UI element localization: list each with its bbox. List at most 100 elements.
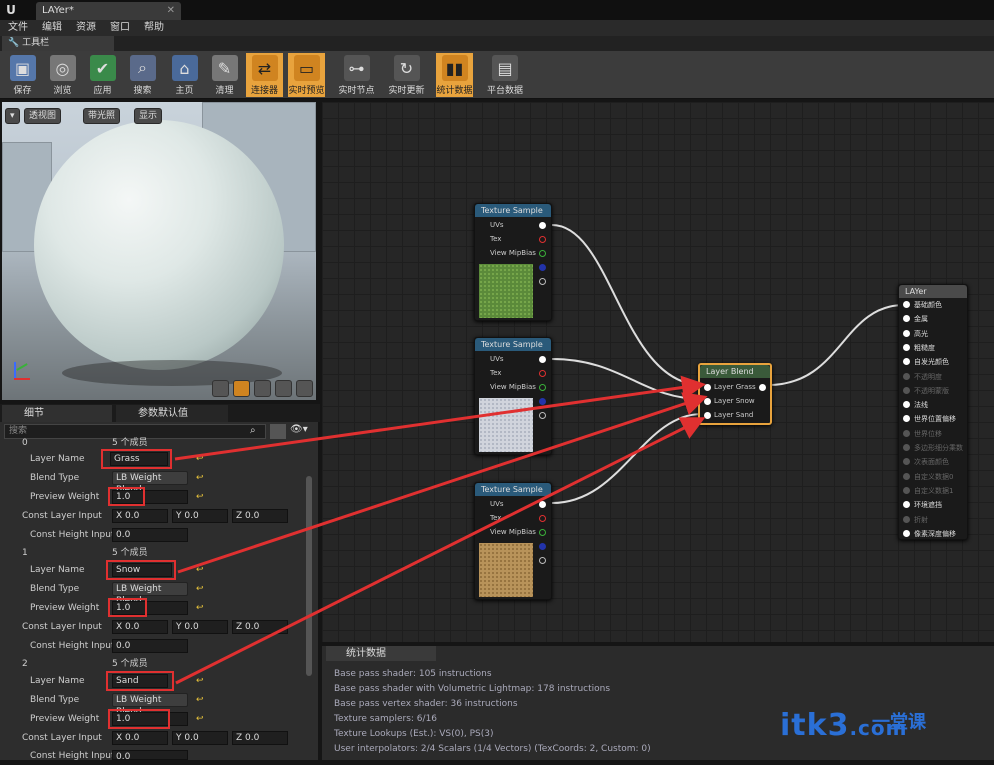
material-input-pin[interactable] [903, 529, 910, 537]
blend-type-select[interactable]: LB Weight Blend [112, 582, 188, 606]
const-layer-z-field[interactable]: Z 0.0 [232, 731, 288, 745]
pin-view-mipbias: View MipBias [490, 528, 536, 536]
material-pin-label: 环境遮挡 [914, 501, 942, 510]
clean-button[interactable]: ✎ 清理 [206, 53, 243, 97]
live-preview-button[interactable]: ▭ 实时预览 [288, 53, 325, 97]
live-node-button[interactable]: ⊶ 实时节点 [338, 53, 375, 97]
menu-edit[interactable]: 编辑 [42, 20, 62, 36]
output-pin-rgb[interactable] [539, 222, 546, 229]
output-pin-g[interactable] [539, 384, 546, 391]
reset-icon[interactable]: ↩ [196, 695, 204, 705]
menu-file[interactable]: 文件 [8, 20, 28, 36]
close-icon[interactable]: ✕ [167, 2, 175, 20]
viewport-menu-button[interactable]: ▾ [5, 108, 20, 124]
input-pin[interactable] [704, 398, 711, 405]
material-input-pin[interactable] [903, 386, 910, 394]
output-pin-a[interactable] [539, 278, 546, 285]
material-input-pin[interactable] [903, 444, 910, 451]
output-pin[interactable] [759, 384, 766, 391]
const-height-field[interactable]: 0.0 [112, 528, 188, 542]
save-button[interactable]: ▣ 保存 [4, 53, 41, 97]
show-button[interactable]: 显示 [134, 108, 163, 124]
live-update-button[interactable]: ↻ 实时更新 [388, 53, 425, 97]
apply-button[interactable]: ✔ 应用 [84, 53, 121, 97]
reset-icon[interactable]: ↩ [196, 473, 204, 483]
const-layer-z-field[interactable]: Z 0.0 [232, 509, 288, 523]
search-button[interactable]: ⌕ 搜索 [124, 53, 161, 97]
material-input-pin[interactable] [903, 372, 910, 380]
connector-button[interactable]: ⇄ 连接器 [246, 53, 283, 97]
menu-window[interactable]: 窗口 [110, 20, 130, 36]
document-tab[interactable]: LAYer* ✕ [36, 2, 181, 20]
blend-type-select[interactable]: LB Weight Blend [112, 471, 188, 495]
reset-icon[interactable]: ↩ [196, 565, 204, 575]
reset-icon[interactable]: ↩ [196, 714, 204, 724]
platform-stats-button[interactable]: ▤ 平台数据 [484, 53, 526, 97]
material-graph[interactable] [322, 102, 994, 642]
material-input-pin[interactable] [903, 429, 910, 437]
const-layer-y-field[interactable]: Y 0.0 [172, 731, 228, 745]
material-input-pin[interactable] [903, 301, 910, 308]
input-pin[interactable] [704, 412, 711, 419]
layer-index-0: 0 [22, 438, 28, 448]
blend-type-select[interactable]: LB Weight Blend [112, 693, 188, 717]
details-scrollbar[interactable] [306, 476, 312, 676]
view-options-icon[interactable] [270, 424, 286, 439]
material-input-pin[interactable] [903, 343, 910, 351]
output-pin-rgb[interactable] [539, 501, 546, 508]
output-pin-g[interactable] [539, 529, 546, 536]
output-pin-a[interactable] [539, 557, 546, 564]
const-layer-x-field[interactable]: X 0.0 [112, 731, 168, 745]
preview-cube-icon[interactable] [275, 380, 292, 397]
const-layer-x-field[interactable]: X 0.0 [112, 620, 168, 634]
browse-button[interactable]: ◎ 浏览 [44, 53, 81, 97]
const-layer-y-field[interactable]: Y 0.0 [172, 620, 228, 634]
preview-mesh-icon[interactable] [296, 380, 313, 397]
eye-icon[interactable]: 👁▾ [290, 424, 314, 439]
material-input-pin[interactable] [903, 329, 910, 337]
const-layer-input-label: Const Layer Input [22, 511, 102, 521]
unreal-logo-icon[interactable]: U [3, 2, 19, 18]
stat-line: Base pass shader: 105 instructions [334, 669, 492, 679]
const-height-field[interactable]: 0.0 [112, 750, 188, 762]
axis-gizmo-icon [10, 352, 40, 382]
reset-icon[interactable]: ↩ [196, 676, 204, 686]
output-pin-b[interactable] [539, 264, 546, 271]
reset-icon[interactable]: ↩ [196, 584, 204, 594]
home-button[interactable]: ⌂ 主页 [166, 53, 203, 97]
const-height-field[interactable]: 0.0 [112, 639, 188, 653]
lit-button[interactable]: 带光照 [83, 108, 121, 124]
output-pin-b[interactable] [539, 543, 546, 550]
preview-viewport[interactable] [2, 102, 316, 400]
input-pin[interactable] [704, 384, 711, 391]
output-pin-r[interactable] [539, 370, 546, 377]
tab-parameter-defaults[interactable]: 参数默认值 [116, 405, 228, 422]
toolbar-panel-tab[interactable]: 🔧 工具栏 [2, 36, 114, 51]
reset-icon[interactable]: ↩ [196, 492, 204, 502]
graph-wires [551, 224, 905, 504]
tab-details[interactable]: 细节 [2, 405, 112, 422]
stats-button[interactable]: ▮▮ 统计数据 [436, 53, 473, 97]
output-pin-r[interactable] [539, 236, 546, 243]
material-input-pin[interactable] [903, 486, 910, 494]
output-pin-rgb[interactable] [539, 356, 546, 363]
material-input-pin[interactable] [903, 472, 910, 480]
preview-cylinder-icon[interactable] [212, 380, 229, 397]
perspective-button[interactable]: 透视图 [24, 108, 62, 124]
output-pin-b[interactable] [539, 398, 546, 405]
reset-icon[interactable]: ↩ [196, 603, 204, 613]
preview-sphere-icon[interactable] [233, 380, 250, 397]
material-pin-label: 粗糙度 [914, 343, 935, 352]
const-layer-y-field[interactable]: Y 0.0 [172, 509, 228, 523]
preview-plane-icon[interactable] [254, 380, 271, 397]
reset-icon[interactable]: ↩ [196, 454, 204, 464]
const-layer-x-field[interactable]: X 0.0 [112, 509, 168, 523]
stats-tab[interactable]: 统计数据 [326, 646, 436, 661]
output-pin-g[interactable] [539, 250, 546, 257]
material-input-pin[interactable] [903, 515, 910, 523]
menu-help[interactable]: 帮助 [144, 20, 164, 36]
output-pin-a[interactable] [539, 412, 546, 419]
menu-asset[interactable]: 资源 [76, 20, 96, 36]
output-pin-r[interactable] [539, 515, 546, 522]
const-layer-z-field[interactable]: Z 0.0 [232, 620, 288, 634]
